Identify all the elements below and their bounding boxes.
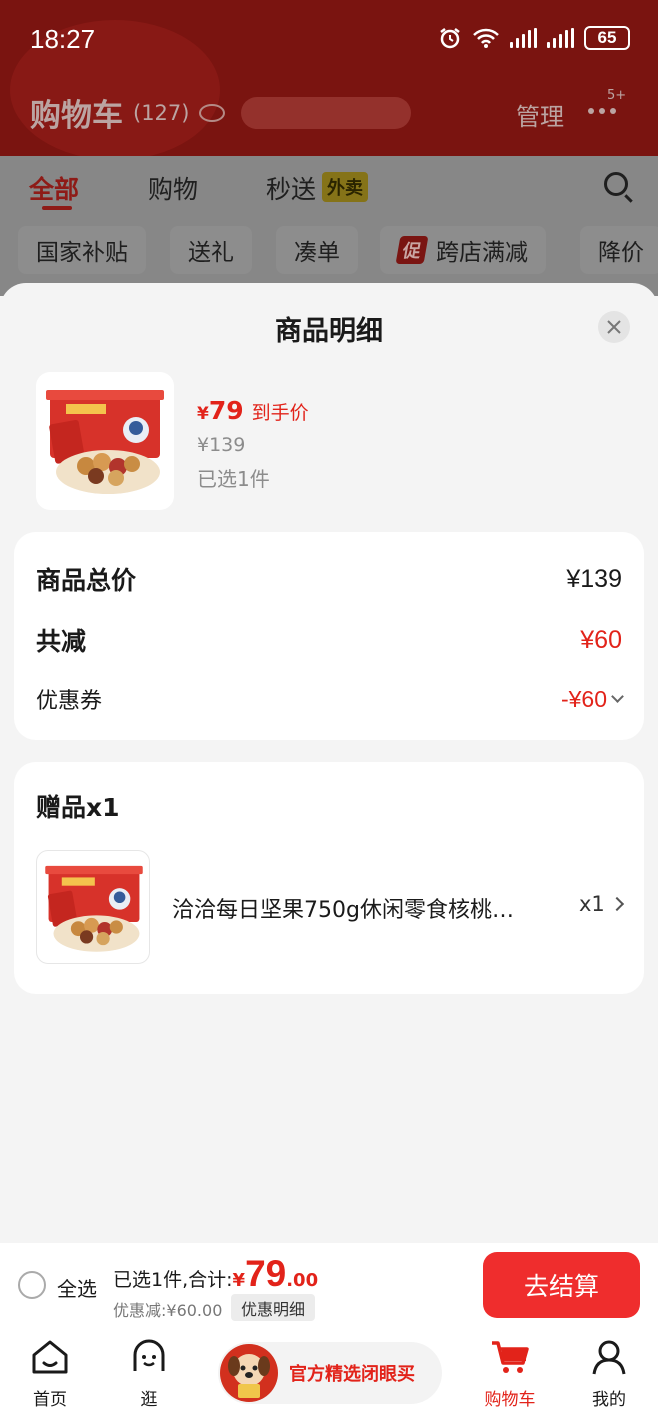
- cart-header: 18:27 65 购物车 (127) 管理 5+: [0, 0, 658, 156]
- gift-image[interactable]: [36, 850, 150, 964]
- cart-count: (127): [133, 100, 190, 125]
- browse-icon: [133, 1339, 165, 1371]
- chip-subsidy[interactable]: 国家补贴: [18, 226, 146, 274]
- nav-cart[interactable]: 购物车: [470, 1337, 550, 1410]
- home-icon: [32, 1340, 68, 1374]
- sheet-title: 商品明细: [275, 316, 383, 347]
- nav-browse[interactable]: 逛: [109, 1337, 189, 1410]
- total-price-row: 商品总价 ¥139: [36, 564, 622, 596]
- tab-all[interactable]: 全部: [29, 170, 79, 206]
- price-summary-card: 商品总价 ¥139 共减 ¥60 优惠券 -¥60: [14, 532, 644, 740]
- discount-detail-button[interactable]: 优惠明细: [231, 1294, 316, 1321]
- coupon-row[interactable]: 优惠券 -¥60: [36, 683, 624, 715]
- detail-sheet: 商品明细 ¥79 到手价 ¥139 已选1件 商品总价 ¥139 共减 ¥60: [0, 283, 658, 1243]
- chip-price-drop[interactable]: 降价: [580, 226, 658, 274]
- original-price: ¥139: [197, 434, 246, 456]
- more-badge: 5+: [607, 88, 627, 103]
- discount-row: 共减 ¥60: [36, 625, 622, 657]
- tab-shopping[interactable]: 购物: [148, 170, 198, 206]
- product-image[interactable]: [36, 372, 174, 510]
- selected-count: 已选1件: [197, 467, 270, 491]
- nav-home[interactable]: 首页: [10, 1337, 90, 1410]
- gift-qty: x1: [579, 892, 605, 916]
- tab-underline: [42, 206, 72, 210]
- final-price: ¥79 到手价: [197, 396, 309, 425]
- address-bar[interactable]: [241, 96, 412, 129]
- gift-card: 赠品x1 洽洽每日坚果750g休闲零食核桃仁混合坚果礼盒 x1: [14, 762, 644, 994]
- select-all-checkbox[interactable]: [18, 1271, 46, 1299]
- total-amount: 79: [245, 1253, 287, 1294]
- profile-icon: [592, 1340, 626, 1375]
- bottom-nav: 首页 逛 官方精选闭眼买 购物车 我的: [0, 1329, 658, 1416]
- alarm-icon: [440, 28, 460, 49]
- close-icon: [607, 320, 621, 334]
- chevron-down-icon: [611, 689, 624, 703]
- page-title: 购物车 (127): [30, 90, 412, 135]
- gift-title: 赠品x1: [36, 793, 120, 822]
- chevron-right-icon[interactable]: [609, 896, 625, 912]
- signal-icon: [510, 28, 537, 48]
- promo-badge: 促: [395, 236, 429, 264]
- mascot-icon: [220, 1344, 278, 1402]
- total-price-value: ¥139: [566, 564, 622, 593]
- total-summary: 已选1件,合计: ¥ 79 .00: [113, 1253, 319, 1294]
- nav-promo[interactable]: 官方精选闭眼买: [218, 1342, 442, 1404]
- cart-icon: [492, 1341, 529, 1373]
- discount-text: 优惠减:¥60.00: [113, 1301, 223, 1320]
- checkout-bar: 全选 已选1件,合计: ¥ 79 .00 优惠减:¥60.00 优惠明细 去结算: [0, 1243, 658, 1329]
- close-button[interactable]: [598, 311, 630, 343]
- final-price-tag: 到手价: [251, 402, 309, 424]
- battery-icon: 65: [584, 26, 630, 50]
- nav-mine[interactable]: 我的: [569, 1337, 649, 1410]
- more-icon[interactable]: [588, 108, 616, 114]
- checkout-button[interactable]: 去结算: [483, 1252, 640, 1318]
- chip-bundle[interactable]: 凑单: [276, 226, 358, 274]
- discount-value: ¥60: [580, 625, 622, 654]
- status-bar: 18:27 65: [0, 0, 658, 80]
- eye-icon[interactable]: [199, 103, 226, 122]
- takeout-badge: 外卖: [322, 172, 369, 202]
- gift-name[interactable]: 洽洽每日坚果750g休闲零食核桃仁混合坚果礼盒: [172, 892, 532, 924]
- tab-instant[interactable]: 秒送 外卖: [266, 170, 369, 206]
- wifi-icon: [473, 28, 499, 48]
- coupon-value[interactable]: -¥60: [561, 686, 624, 713]
- search-icon[interactable]: [604, 172, 628, 196]
- chip-cross-store[interactable]: 促跨店满减: [380, 226, 546, 274]
- cart-tabs: 全部 购物 秒送 外卖: [0, 156, 658, 216]
- manage-button[interactable]: 管理: [516, 97, 564, 132]
- status-time: 18:27: [30, 24, 96, 54]
- select-all-label[interactable]: 全选: [57, 1273, 97, 1302]
- signal-icon-2: [547, 28, 574, 48]
- chip-gift[interactable]: 送礼: [170, 226, 252, 274]
